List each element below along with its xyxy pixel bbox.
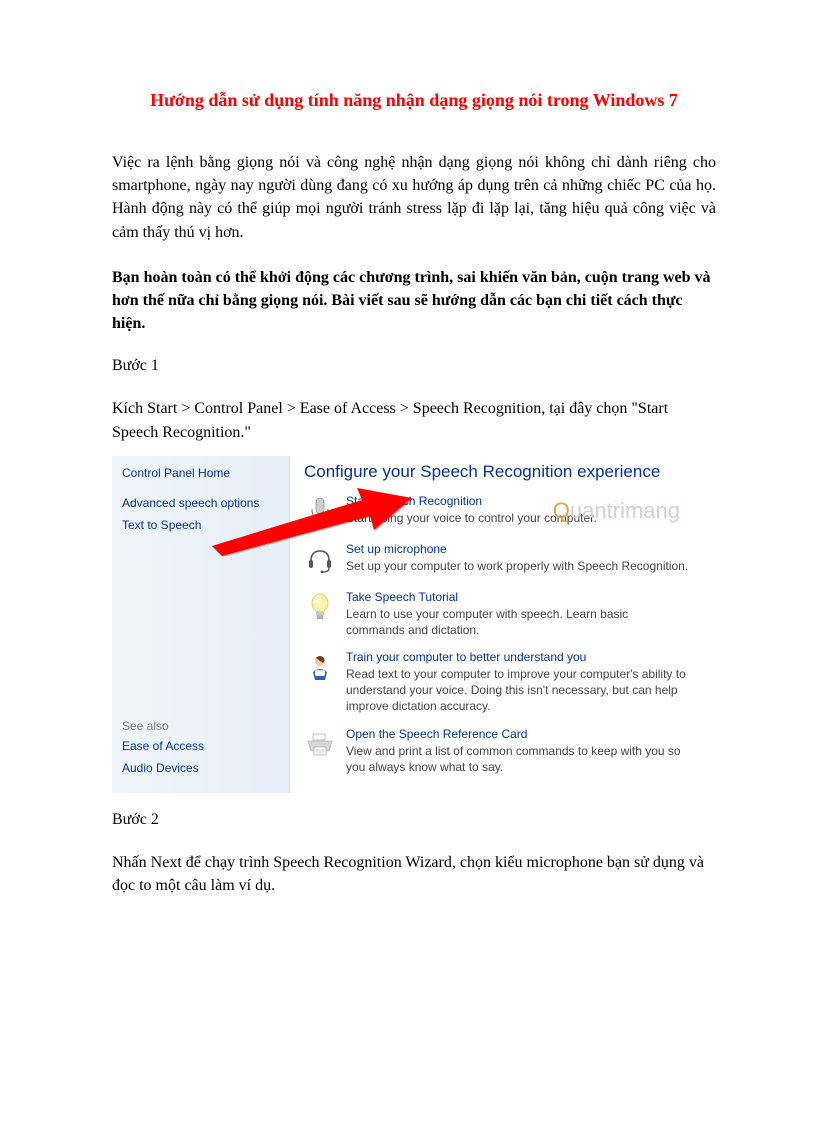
intro-paragraph: Việc ra lệnh bằng giọng nói và công nghệ…: [112, 151, 716, 244]
cp-row-setup-mic[interactable]: Set up microphone Set up your computer t…: [304, 542, 690, 578]
cp-link-train[interactable]: Train your computer to better understand…: [346, 650, 690, 664]
cp-sidebar: Control Panel Home Advanced speech optio…: [112, 456, 290, 793]
bold-intro-paragraph: Bạn hoàn toàn có thể khởi động các chươn…: [112, 266, 716, 336]
cp-seealso-label: See also: [122, 719, 281, 733]
cp-row-tutorial[interactable]: Take Speech Tutorial Learn to use your c…: [304, 590, 690, 638]
cp-advanced-link[interactable]: Advanced speech options: [122, 496, 281, 510]
person-reading-icon: [304, 650, 336, 686]
page-title: Hướng dẫn sử dụng tính năng nhận dạng gi…: [112, 90, 716, 111]
cp-link-reference[interactable]: Open the Speech Reference Card: [346, 727, 690, 741]
cp-main: Configure your Speech Recognition experi…: [290, 456, 690, 793]
lightbulb-icon: [304, 590, 336, 626]
cp-seealso-audio[interactable]: Audio Devices: [122, 761, 281, 775]
cp-desc-reference: View and print a list of common commands…: [346, 743, 690, 775]
cp-desc-setup-mic: Set up your computer to work properly wi…: [346, 558, 690, 574]
cp-row-train[interactable]: Train your computer to better understand…: [304, 650, 690, 715]
step2-instruction: Nhấn Next để chạy trình Speech Recogniti…: [112, 851, 716, 897]
cp-home-link[interactable]: Control Panel Home: [122, 466, 281, 480]
microphone-icon: [304, 494, 336, 530]
cp-desc-start: Start using your voice to control your c…: [346, 510, 690, 526]
cp-link-start[interactable]: Start Speech Recognition: [346, 494, 690, 508]
cp-link-setup-mic[interactable]: Set up microphone: [346, 542, 690, 556]
headset-icon: [304, 542, 336, 578]
cp-row-start[interactable]: Start Speech Recognition Start using you…: [304, 494, 690, 530]
cp-link-tutorial[interactable]: Take Speech Tutorial: [346, 590, 690, 604]
step2-label: Bước 2: [112, 811, 716, 829]
cp-row-reference[interactable]: Open the Speech Reference Card View and …: [304, 727, 690, 775]
step1-label: Bước 1: [112, 357, 716, 375]
cp-seealso-ease[interactable]: Ease of Access: [122, 739, 281, 753]
cp-tts-link[interactable]: Text to Speech: [122, 518, 281, 532]
cp-desc-tutorial: Learn to use your computer with speech. …: [346, 606, 690, 638]
step1-instruction: Kích Start > Control Panel > Ease of Acc…: [112, 397, 716, 443]
control-panel-screenshot: Control Panel Home Advanced speech optio…: [112, 456, 690, 793]
cp-heading: Configure your Speech Recognition experi…: [304, 462, 690, 482]
printer-icon: [304, 727, 336, 763]
cp-desc-train: Read text to your computer to improve yo…: [346, 666, 690, 715]
